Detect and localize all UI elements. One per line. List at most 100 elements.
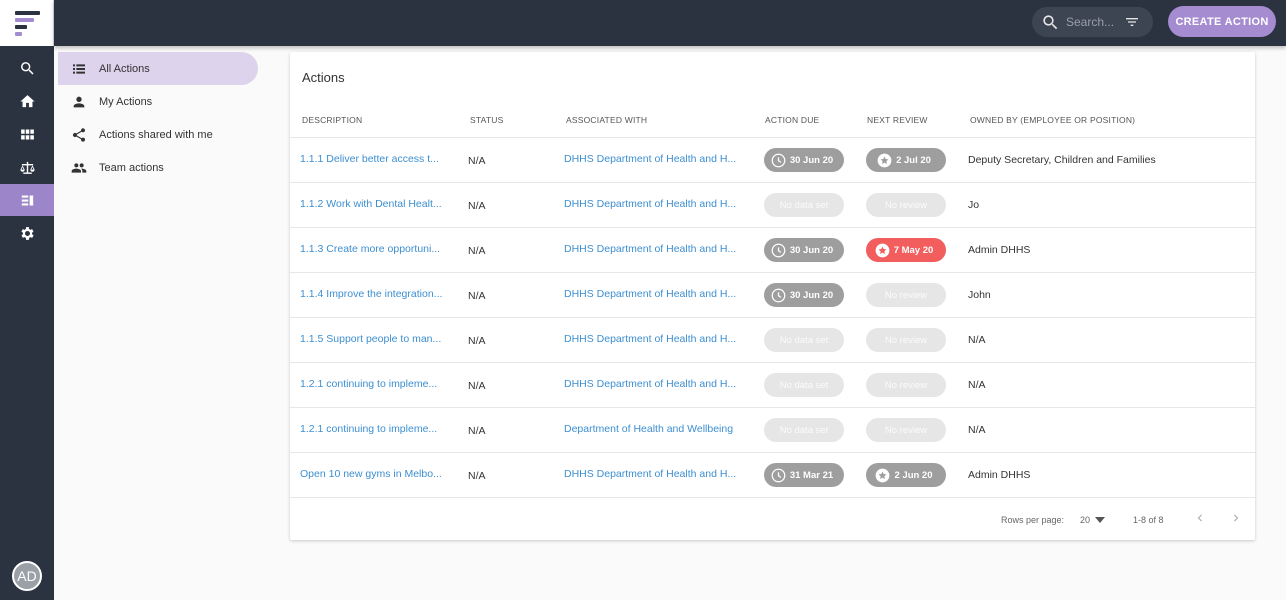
subnav-all-actions[interactable]: All Actions — [58, 52, 258, 85]
filter-icon[interactable] — [1123, 14, 1141, 30]
subnav-my-actions[interactable]: My Actions — [58, 85, 258, 118]
owner-name: N/A — [968, 379, 986, 391]
app-logo[interactable] — [0, 0, 54, 46]
action-due-chip[interactable]: 30 Jun 20 — [764, 148, 844, 172]
next-review-chip[interactable]: 2 Jul 20 — [866, 148, 946, 172]
action-description-link[interactable]: 1.2.1 continuing to impleme... — [300, 423, 446, 435]
next-review-chip[interactable]: 2 Jun 20 — [866, 463, 946, 487]
action-due-chip[interactable]: 31 Mar 21 — [764, 463, 844, 487]
action-description-link[interactable]: 1.1.5 Support people to man... — [300, 333, 446, 345]
settings-icon — [20, 226, 34, 240]
column-header-status[interactable]: STATUS — [470, 115, 503, 125]
associated-with-link[interactable]: DHHS Department of Health and H... — [564, 198, 744, 210]
action-description-link[interactable]: 1.1.2 Work with Dental Healt... — [300, 198, 446, 210]
next-review-chip[interactable]: No review — [866, 328, 946, 352]
subnav-label: All Actions — [99, 62, 150, 75]
action-due-text: No data set — [779, 334, 829, 346]
action-due-chip[interactable]: 30 Jun 20 — [764, 238, 844, 262]
column-header-action-due[interactable]: ACTION DUE — [765, 115, 819, 125]
rows-per-page-select[interactable]: 20 — [1080, 515, 1090, 525]
table-row[interactable]: 1.1.4 Improve the integration... N/A DHHS … — [290, 272, 1255, 317]
chevron-down-icon[interactable] — [1095, 516, 1105, 524]
action-description-link[interactable]: 1.1.4 Improve the integration... — [300, 288, 446, 300]
action-description-link[interactable]: Open 10 new gyms in Melbo... — [300, 468, 446, 480]
subnav-label: Actions shared with me — [99, 128, 213, 141]
column-header-associated[interactable]: ASSOCIATED WITH — [566, 115, 647, 125]
rail-home-button[interactable] — [0, 85, 54, 117]
action-status: N/A — [468, 245, 486, 257]
action-due-chip[interactable]: No data set — [764, 373, 844, 397]
clock-icon — [771, 153, 786, 167]
action-status: N/A — [468, 200, 486, 212]
balance-scale-icon — [19, 161, 35, 174]
subnav-label: My Actions — [99, 95, 153, 108]
subnav-team-actions[interactable]: Team actions — [58, 151, 258, 184]
action-due-chip[interactable]: No data set — [764, 193, 844, 217]
top-bar: Search... CREATE ACTION — [54, 0, 1286, 46]
list-icon — [73, 63, 85, 74]
chevron-right-icon[interactable] — [1229, 511, 1243, 525]
action-description-link[interactable]: 1.1.3 Create more opportuni... — [300, 243, 446, 255]
clock-icon — [771, 288, 786, 302]
action-due-text: 30 Jun 20 — [789, 244, 834, 256]
associated-with-link[interactable]: DHHS Department of Health and H... — [564, 333, 744, 345]
rail-actions-button[interactable] — [0, 184, 54, 216]
action-due-chip[interactable]: 30 Jun 20 — [764, 283, 844, 307]
person-icon — [73, 96, 85, 107]
next-review-text: 7 May 20 — [893, 244, 934, 256]
next-review-text: No review — [884, 289, 928, 301]
table-row[interactable]: 1.1.2 Work with Dental Healt... N/A DHHS D… — [290, 182, 1255, 227]
next-review-chip[interactable]: No review — [866, 418, 946, 442]
owner-name: Deputy Secretary, Children and Families — [968, 154, 1156, 166]
clock-icon — [771, 243, 786, 257]
associated-with-link[interactable]: Department of Health and Wellbeing — [564, 423, 744, 435]
next-review-chip[interactable]: 7 May 20 — [866, 238, 946, 262]
associated-with-link[interactable]: DHHS Department of Health and H... — [564, 468, 744, 480]
next-review-chip[interactable]: No review — [866, 373, 946, 397]
column-header-description[interactable]: DESCRIPTION — [302, 115, 362, 125]
user-avatar[interactable]: AD — [12, 561, 42, 591]
column-header-owned-by[interactable]: OWNED BY (EMPLOYEE OR POSITION) — [970, 115, 1135, 125]
action-description-link[interactable]: 1.2.1 continuing to impleme... — [300, 378, 446, 390]
review-star-icon — [876, 468, 890, 482]
search-icon — [1043, 15, 1058, 30]
rail-balance-button[interactable] — [0, 151, 54, 183]
action-description-link[interactable]: 1.1.1 Deliver better access t... — [300, 153, 446, 165]
action-due-chip[interactable]: No data set — [764, 328, 844, 352]
next-review-text: No review — [884, 199, 928, 211]
table-row[interactable]: 1.1.3 Create more opportuni... N/A DHHS De… — [290, 227, 1255, 272]
table-row[interactable]: 1.1.1 Deliver better access t... N/A DHHS … — [290, 137, 1255, 182]
next-review-chip[interactable]: No review — [866, 193, 946, 217]
action-due-chip[interactable]: No data set — [764, 418, 844, 442]
column-header-next-review[interactable]: NEXT REVIEW — [867, 115, 928, 125]
associated-with-link[interactable]: DHHS Department of Health and H... — [564, 153, 744, 165]
associated-with-link[interactable]: DHHS Department of Health and H... — [564, 288, 744, 300]
table-title: Actions — [302, 70, 345, 85]
dashboard-icon — [20, 129, 34, 139]
table-row[interactable]: 1.2.1 continuing to impleme... N/A DHHS De… — [290, 362, 1255, 407]
rows-per-page-label: Rows per page: — [1001, 515, 1065, 525]
rail-dashboard-button[interactable] — [0, 118, 54, 150]
action-status: N/A — [468, 380, 486, 392]
search-input[interactable]: Search... — [1066, 15, 1114, 29]
action-status: N/A — [468, 470, 486, 482]
search-bar[interactable]: Search... — [1032, 7, 1153, 37]
subnav-shared-with-me[interactable]: Actions shared with me — [58, 118, 258, 151]
home-icon — [19, 94, 35, 107]
create-action-button[interactable]: CREATE ACTION — [1168, 6, 1276, 37]
associated-with-link[interactable]: DHHS Department of Health and H... — [564, 378, 744, 390]
next-review-text: No review — [884, 334, 928, 346]
next-review-text: No review — [884, 424, 928, 436]
table-row[interactable]: Open 10 new gyms in Melbo... N/A DHHS Depa… — [290, 452, 1255, 497]
action-due-text: No data set — [779, 199, 829, 211]
people-icon — [71, 162, 87, 173]
associated-with-link[interactable]: DHHS Department of Health and H... — [564, 243, 744, 255]
rail-search-button[interactable] — [0, 52, 54, 84]
rail-settings-button[interactable] — [0, 217, 54, 249]
action-status: N/A — [468, 335, 486, 347]
table-row[interactable]: 1.1.5 Support people to man... N/A DHHS De… — [290, 317, 1255, 362]
table-row[interactable]: 1.2.1 continuing to impleme... N/A Departm… — [290, 407, 1255, 452]
owner-name: Admin DHHS — [968, 469, 1031, 481]
next-review-chip[interactable]: No review — [866, 283, 946, 307]
chevron-left-icon[interactable] — [1193, 511, 1207, 525]
